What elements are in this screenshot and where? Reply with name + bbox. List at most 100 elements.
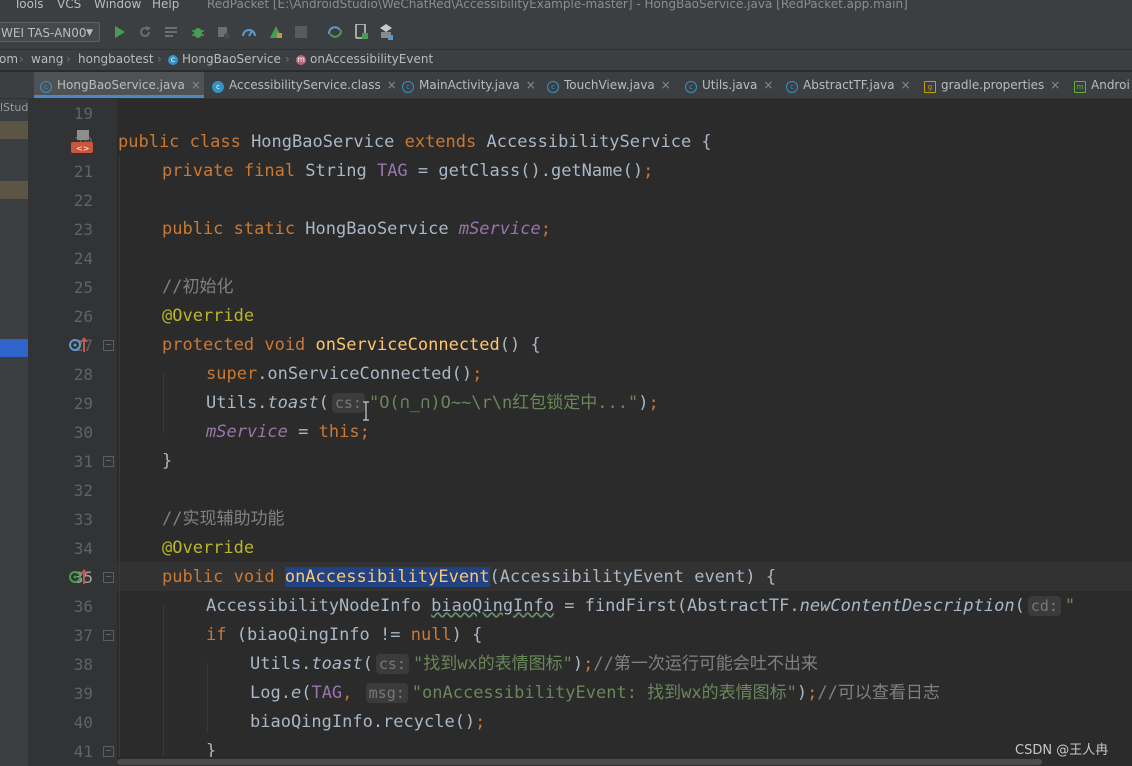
main-toolbar: WEI TAS-AN00 ▼ (0, 15, 1132, 50)
line-number: 38 (73, 655, 93, 674)
fold-marker[interactable]: − (103, 340, 114, 351)
fold-end-marker[interactable]: − (103, 746, 114, 757)
project-tree-highlight (0, 121, 28, 139)
close-icon[interactable]: × (661, 78, 671, 92)
tab-accessibilityservice-class[interactable]: c AccessibilityService.class × (212, 72, 397, 98)
code-line-40: biaoQingInfo.recycle(); (250, 712, 486, 732)
tab-label: gradle.properties (941, 78, 1045, 92)
breadcrumb-separator: › (66, 52, 71, 66)
project-tree-highlight (0, 181, 28, 199)
watermark: CSDN @王人冉 (1015, 743, 1109, 758)
breadcrumb-item-class[interactable]: c HongBaoService (168, 52, 281, 66)
attach-debugger-icon[interactable] (215, 24, 231, 40)
tab-abstracttf[interactable]: c AbstractTF.java × (786, 72, 911, 98)
java-class-icon: c (786, 81, 798, 93)
breadcrumb-item-package-root[interactable]: om (0, 52, 18, 66)
coverage-icon[interactable] (268, 24, 284, 40)
tab-label: Utils.java (702, 78, 758, 92)
horizontal-scrollbar[interactable] (117, 757, 1132, 766)
window-title: RedPacket [E:\AndroidStudio\WeChatRed\Ac… (207, 0, 908, 11)
code-line-33: //实现辅助功能 (162, 509, 285, 529)
profile-icon[interactable] (241, 24, 257, 40)
chevron-down-icon: ▼ (86, 28, 93, 38)
parameter-hint: cs: (375, 654, 409, 674)
tab-androidmanifest[interactable]: m Androi (1074, 72, 1130, 98)
apply-changes-icon[interactable] (163, 24, 179, 40)
breadcrumb-separator: › (157, 52, 162, 66)
stop-icon[interactable] (293, 24, 309, 40)
properties-file-icon: g (924, 81, 936, 93)
sync-icon[interactable] (327, 24, 343, 40)
selected-method-name: onAccessibilityEvent (284, 567, 490, 587)
breadcrumb-separator: › (285, 52, 290, 66)
accessibility-service-icon[interactable]: <> (71, 130, 93, 158)
manifest-file-icon: m (1074, 81, 1086, 93)
code-line-36: AccessibilityNodeInfo biaoQingInfo = fin… (206, 596, 1076, 616)
override-method-icon[interactable] (69, 569, 91, 589)
tab-touchview[interactable]: c TouchView.java × (547, 72, 671, 98)
code-line-34: @Override (162, 538, 255, 558)
code-editor[interactable]: public class HongBaoService extends Acce… (117, 99, 1132, 757)
close-icon[interactable]: × (763, 78, 773, 92)
java-class-icon: c (685, 81, 697, 93)
line-number: 24 (73, 249, 93, 268)
fold-end-marker[interactable]: − (103, 456, 114, 467)
close-icon[interactable]: × (1050, 78, 1060, 92)
line-number: 32 (73, 481, 93, 500)
line-number: 19 (73, 104, 93, 123)
breadcrumb: om › wang › hongbaotest › c HongBaoServic… (0, 50, 1132, 70)
project-panel-label[interactable]: lStud (0, 101, 28, 114)
scrollbar-thumb[interactable] (117, 759, 1042, 765)
editor-tabs: c HongBaoService.java × c AccessibilityServ… (0, 72, 1132, 99)
line-number: 40 (73, 713, 93, 732)
debug-icon[interactable] (190, 24, 206, 40)
text-cursor-icon (363, 401, 369, 421)
tab-mainactivity[interactable]: c MainActivity.java × (402, 72, 536, 98)
close-icon[interactable]: × (901, 78, 911, 92)
tab-label: AccessibilityService.class (229, 78, 381, 92)
line-number: 22 (73, 191, 93, 210)
line-number: 34 (73, 539, 93, 558)
code-line-30: mService = this; (206, 422, 370, 442)
line-number: 21 (73, 162, 93, 181)
run-icon[interactable] (112, 24, 128, 40)
fold-marker[interactable]: − (103, 572, 114, 583)
code-line-20: public class HongBaoService extends Acce… (118, 132, 712, 152)
close-icon[interactable]: × (526, 78, 536, 92)
line-number: 33 (73, 510, 93, 529)
line-number: 30 (73, 423, 93, 442)
project-panel-strip: lStud (0, 99, 29, 766)
breadcrumb-item-hongbaotest[interactable]: hongbaotest (78, 52, 154, 66)
breadcrumb-item-method[interactable]: m onAccessibilityEvent (296, 52, 433, 66)
code-line-35: public void onAccessibilityEvent(Accessi… (162, 567, 777, 587)
tab-label: TouchView.java (564, 78, 655, 92)
code-line-29: Utils.toast(cs: "O(∩_∩)O~~\r\n红包锁定中..."); (206, 393, 659, 413)
override-method-icon[interactable] (69, 337, 91, 357)
close-icon[interactable]: × (387, 78, 397, 92)
breadcrumb-item-wang[interactable]: wang (31, 52, 63, 66)
menu-window[interactable]: Window (94, 0, 141, 11)
tab-gradle-properties[interactable]: g gradle.properties × (924, 72, 1060, 98)
editor-gutter: 19 20 21 22 23 24 25 26 27 28 29 30 31 3… (29, 99, 136, 766)
menu-tools[interactable]: Tools (14, 0, 44, 11)
fold-marker[interactable]: − (103, 630, 114, 641)
menu-vcs[interactable]: VCS (57, 0, 81, 11)
close-icon[interactable]: × (191, 78, 201, 92)
code-line-26: @Override (162, 306, 255, 326)
sdk-manager-icon[interactable] (378, 24, 394, 40)
device-selector[interactable]: WEI TAS-AN00 ▼ (0, 22, 100, 42)
tab-hongbaoservice[interactable]: c HongBaoService.java × (34, 72, 204, 98)
code-line-25: //初始化 (162, 277, 234, 297)
indent-guide (207, 663, 208, 733)
line-number: 26 (73, 307, 93, 326)
project-tree-selection (0, 339, 28, 357)
svg-text:<>: <> (76, 144, 89, 153)
code-line-39: Log.e(TAG, msg: "onAccessibilityEvent: 找到… (250, 683, 940, 703)
tab-utils[interactable]: c Utils.java × (685, 72, 773, 98)
class-icon: c (168, 55, 178, 65)
rerun-icon[interactable] (137, 24, 153, 40)
indent-guide (163, 605, 164, 757)
device-manager-icon[interactable] (353, 24, 369, 40)
menu-help[interactable]: Help (152, 0, 179, 11)
method-icon: m (296, 55, 306, 65)
